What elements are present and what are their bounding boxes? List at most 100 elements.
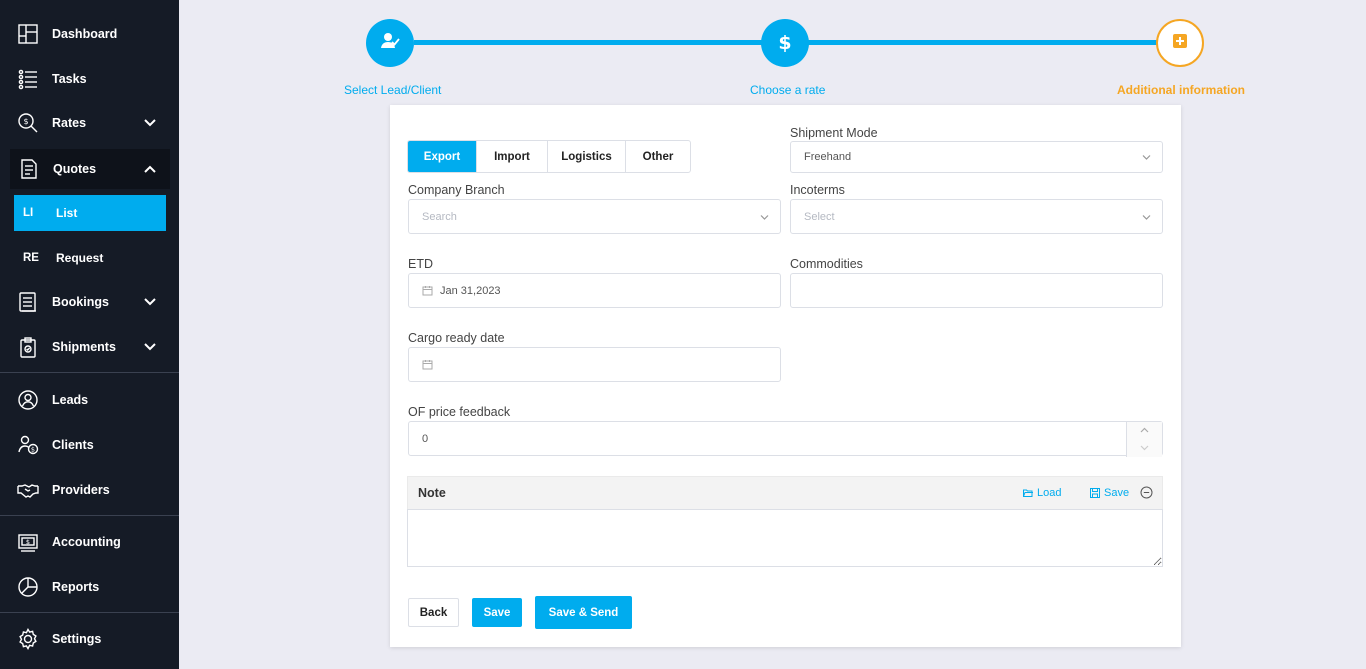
sidebar-item-accounting[interactable]: $ Accounting — [0, 522, 179, 562]
sidebar-divider — [0, 515, 179, 516]
sidebar-item-label: Clients — [52, 438, 94, 452]
step-2-circle[interactable]: $ — [761, 19, 809, 67]
sidebar-item-bookings[interactable]: Bookings — [0, 282, 179, 322]
sidebar-item-label: Reports — [52, 580, 100, 594]
sidebar-item-quotes[interactable]: Quotes — [10, 149, 170, 189]
sidebar-item-providers[interactable]: Providers — [0, 470, 179, 510]
etd-value: Jan 31,2023 — [440, 284, 501, 297]
etd-date-input[interactable]: Jan 31,2023 — [408, 273, 781, 308]
calendar-icon — [422, 359, 433, 370]
rates-icon: $ — [17, 112, 39, 134]
shipment-mode-value: Freehand — [804, 151, 852, 163]
collapse-icon[interactable] — [1140, 486, 1153, 499]
type-option-import[interactable]: Import — [477, 141, 548, 172]
cargo-ready-date-label: Cargo ready date — [408, 331, 505, 345]
chevron-down-icon — [1141, 211, 1152, 222]
sidebar-item-label: Tasks — [52, 72, 87, 86]
sidebar-subitem-list[interactable]: LI List — [14, 195, 166, 231]
number-stepper — [1126, 422, 1162, 457]
additional-info-card: Export Import Logistics Other Shipment M… — [390, 105, 1181, 647]
sidebar-item-label: Settings — [52, 632, 102, 646]
chevron-down-icon[interactable] — [143, 116, 157, 130]
accounting-icon: $ — [17, 531, 39, 553]
sidebar-item-leads[interactable]: Leads — [0, 380, 179, 420]
quote-type-segmented: Export Import Logistics Other — [407, 140, 691, 173]
subitem-abbr: RE — [23, 252, 39, 264]
chevron-down-icon — [1140, 443, 1149, 452]
sidebar-item-dashboard[interactable]: Dashboard — [0, 14, 179, 54]
type-option-other[interactable]: Other — [626, 141, 690, 172]
step-2-label[interactable]: Choose a rate — [750, 83, 825, 97]
incoterms-select[interactable]: Select — [790, 199, 1163, 234]
svg-text:$: $ — [26, 538, 30, 546]
company-branch-select[interactable]: Search — [408, 199, 781, 234]
step-3-label[interactable]: Additional information — [1117, 83, 1245, 97]
step-3-circle[interactable] — [1156, 19, 1204, 67]
chevron-down-icon[interactable] — [143, 340, 157, 354]
plus-square-icon — [1172, 33, 1188, 54]
sidebar-item-label: Providers — [52, 483, 110, 497]
company-branch-label: Company Branch — [408, 183, 505, 197]
shipment-mode-select[interactable]: Freehand — [790, 141, 1163, 173]
incoterms-placeholder: Select — [804, 210, 835, 223]
note-title: Note — [418, 486, 446, 500]
note-load-button[interactable]: Load — [1023, 487, 1061, 499]
sidebar-item-tasks[interactable]: Tasks — [0, 59, 179, 99]
sidebar: Dashboard Tasks $ Rates Quotes LI List R… — [0, 0, 179, 669]
sidebar-item-label: Shipments — [52, 340, 116, 354]
type-option-logistics[interactable]: Logistics — [548, 141, 626, 172]
sidebar-item-label: Rates — [52, 116, 87, 130]
save-button[interactable]: Save — [472, 598, 522, 627]
of-price-feedback-value: 0 — [422, 432, 429, 445]
handshake-icon — [17, 479, 39, 501]
note-load-label: Load — [1037, 487, 1062, 499]
sidebar-item-reports[interactable]: Reports — [0, 567, 179, 607]
floppy-disk-icon — [1090, 488, 1104, 498]
subitem-label: Request — [56, 251, 104, 265]
sidebar-item-label: Dashboard — [52, 27, 118, 41]
sidebar-item-label: Accounting — [52, 535, 121, 549]
increment-button[interactable] — [1127, 422, 1162, 439]
svg-text:$: $ — [23, 117, 28, 126]
save-and-send-button[interactable]: Save & Send — [535, 596, 632, 629]
shipment-mode-label: Shipment Mode — [790, 126, 878, 140]
sidebar-item-settings[interactable]: Settings — [0, 619, 179, 659]
sidebar-item-clients[interactable]: $ Clients — [0, 425, 179, 465]
user-check-icon — [379, 30, 401, 57]
chevron-down-icon[interactable] — [143, 295, 157, 309]
of-price-feedback-input[interactable]: 0 — [408, 421, 1163, 457]
sidebar-divider — [0, 372, 179, 373]
tasks-icon — [17, 68, 39, 90]
of-price-feedback-label: OF price feedback — [408, 405, 511, 419]
back-button[interactable]: Back — [408, 598, 459, 627]
cargo-ready-date-input[interactable] — [408, 347, 781, 382]
incoterms-label: Incoterms — [790, 183, 845, 197]
folder-open-icon — [1023, 488, 1037, 498]
sidebar-item-rates[interactable]: $ Rates — [0, 103, 179, 143]
leads-icon — [17, 389, 39, 411]
quotes-icon — [18, 158, 40, 180]
note-header: Note Load Save — [407, 476, 1163, 509]
subitem-abbr: LI — [23, 207, 34, 219]
type-option-export[interactable]: Export — [408, 141, 477, 172]
sidebar-item-shipments[interactable]: Shipments — [0, 327, 179, 367]
step-1-label[interactable]: Select Lead/Client — [344, 83, 441, 97]
step-1-circle[interactable] — [366, 19, 414, 67]
sidebar-item-label: Leads — [52, 393, 89, 407]
commodities-input[interactable] — [790, 273, 1163, 308]
sidebar-item-label: Quotes — [53, 162, 97, 176]
shipments-icon — [17, 336, 39, 358]
chevron-up-icon[interactable] — [143, 162, 157, 176]
etd-label: ETD — [408, 257, 433, 271]
note-textarea[interactable] — [407, 509, 1163, 567]
note-save-button[interactable]: Save — [1090, 487, 1129, 499]
sidebar-item-label: Bookings — [52, 295, 109, 309]
commodities-label: Commodities — [790, 257, 863, 271]
clients-icon: $ — [17, 434, 39, 456]
sidebar-divider — [0, 612, 179, 613]
svg-text:$: $ — [31, 446, 35, 454]
dollar-icon: $ — [778, 32, 792, 54]
bookings-icon — [17, 291, 39, 313]
decrement-button[interactable] — [1127, 439, 1162, 456]
sidebar-subitem-request[interactable]: RE Request — [14, 240, 166, 276]
